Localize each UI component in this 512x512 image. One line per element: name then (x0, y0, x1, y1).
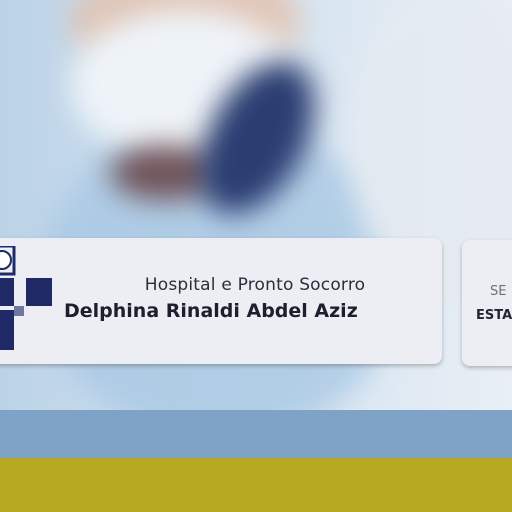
secondary-card-line2: ESTA (476, 308, 512, 323)
yellow-banner-strip (0, 458, 512, 512)
hospital-title: Delphina Rinaldi Abdel Aziz (64, 300, 358, 322)
secondary-card[interactable]: SE ESTA (462, 240, 512, 366)
hospital-name-block: Hospital e Pronto Socorro Delphina Rinal… (64, 275, 424, 322)
hospital-cross-logo-icon (0, 246, 52, 350)
blue-banner-strip (0, 410, 512, 458)
hospital-subtitle: Hospital e Pronto Socorro (144, 275, 366, 295)
hospital-logo-card[interactable]: Hospital e Pronto Socorro Delphina Rinal… (0, 238, 442, 364)
secondary-card-line1: SE (490, 284, 507, 299)
screen: Hospital e Pronto Socorro Delphina Rinal… (0, 0, 512, 512)
